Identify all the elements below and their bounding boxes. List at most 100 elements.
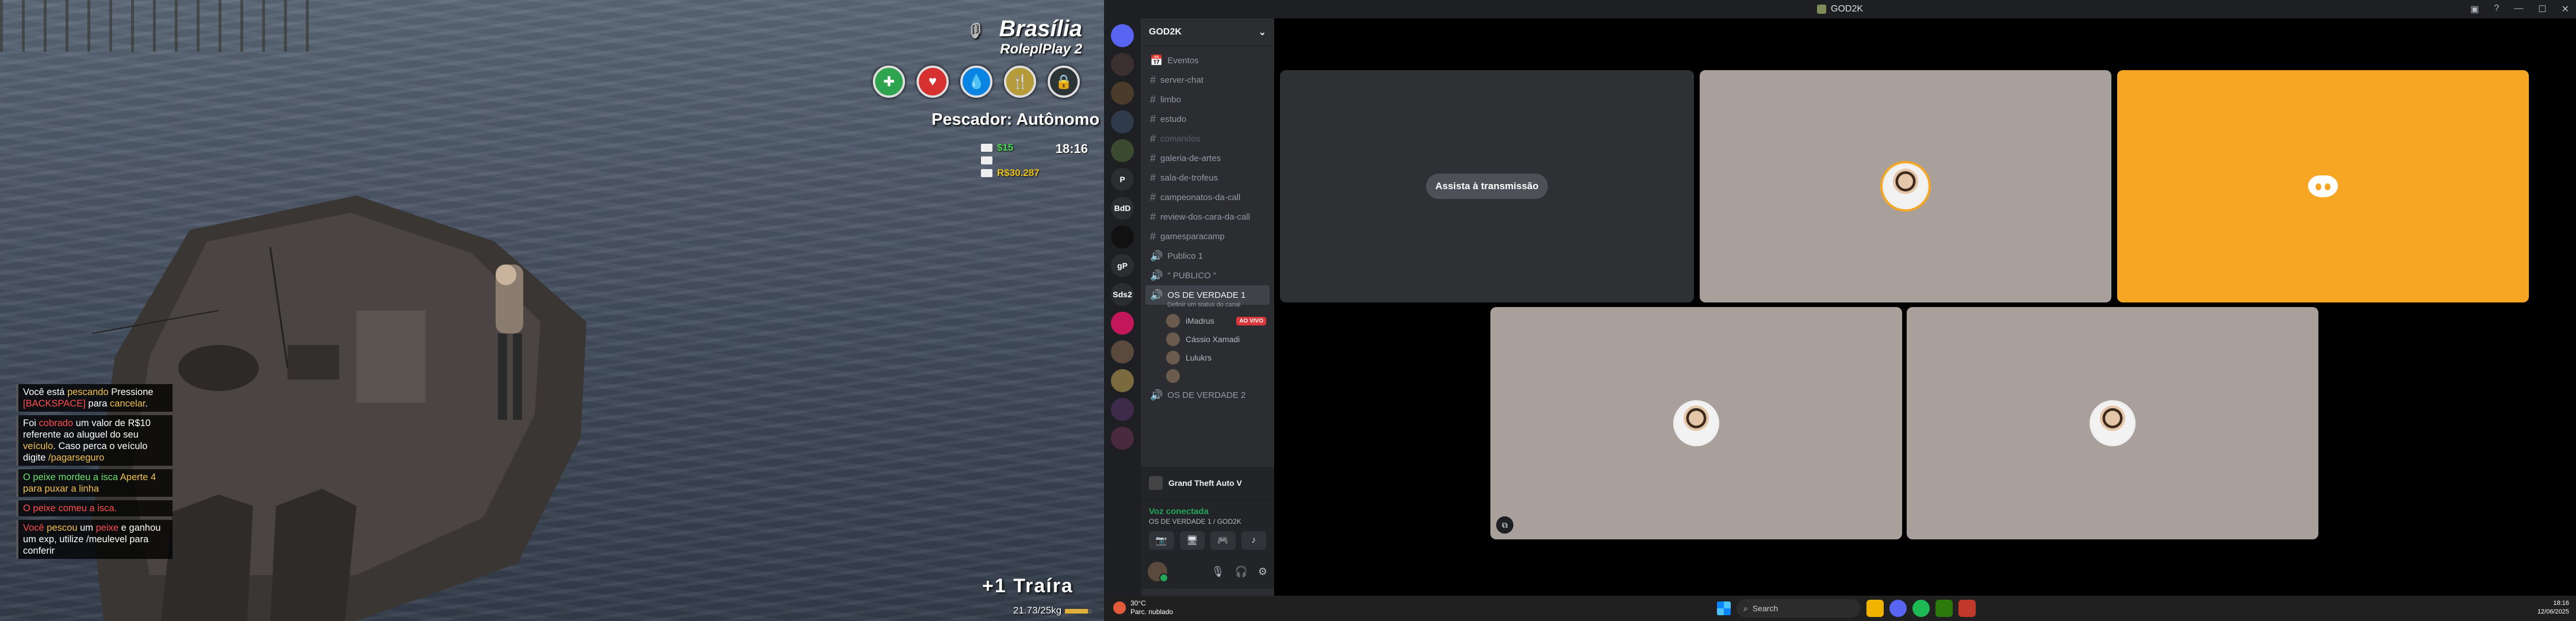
server-icon[interactable] [1111,312,1134,335]
participant-tile[interactable]: ⧉ [1490,307,1902,539]
game-chat: Você está pescando Pressione [BACKSPACE]… [16,384,172,562]
voice-channel[interactable]: 🔊 OS DE VERDADE 2 [1145,385,1270,405]
channel-label: review-dos-cara-da-call [1160,212,1250,222]
server-icon[interactable] [1111,369,1134,392]
text-channel[interactable]: # galeria-de-artes [1145,148,1270,168]
events-link[interactable]: 📅 Eventos [1145,51,1270,70]
headphones-icon[interactable]: 🎧 [1235,566,1247,578]
chat-text: Pressione [108,387,154,397]
close-button[interactable]: ✕ [2562,3,2569,15]
text-channel[interactable]: # comandos [1145,129,1270,148]
voice-user[interactable]: Lulukrs [1145,348,1270,367]
gear-icon[interactable]: ⚙ [1258,566,1267,578]
participant-tile[interactable] [1907,307,2318,539]
chat-message: O peixe comeu a isca. [16,500,172,516]
channel-label: OS DE VERDADE 2 [1167,390,1246,400]
health-icon: ♥ [917,66,949,98]
help-icon[interactable]: ? [2494,3,2499,15]
participant-tile[interactable] [1700,70,2111,302]
channel-label: Publico 1 [1167,251,1203,261]
activity-bar[interactable]: Grand Theft Auto V [1141,467,1274,499]
text-channel[interactable]: # server-chat [1145,70,1270,90]
voice-channel[interactable]: 🔊 Publico 1 [1145,246,1270,266]
weight-bar [1065,608,1092,614]
avatar [1166,332,1180,346]
spotify-icon[interactable] [1912,600,1930,617]
watch-stream-button[interactable]: Assista à transmissão [1426,174,1548,199]
discord-taskbar-icon[interactable] [1889,600,1907,617]
voice-channel-path[interactable]: OS DE VERDADE 1 / GOD2K [1149,518,1266,526]
armor-icon: 🔒 [1048,66,1080,98]
server-icon[interactable] [1111,24,1134,47]
weight-text: 21.73/25kg [1013,605,1062,616]
hash-icon: # [1150,191,1156,203]
chat-text: para [85,398,110,409]
text-channel[interactable]: # limbo [1145,90,1270,109]
system-clock[interactable]: 18:16 12/06/2025 [2537,599,2569,616]
soundboard-button[interactable]: ♪ [1241,531,1266,550]
server-icon[interactable] [1111,110,1134,133]
chat-message: O peixe mordeu a isca Aperte 4 para puxa… [16,469,172,497]
text-channel[interactable]: # gamesparacamp [1145,227,1270,246]
start-button[interactable] [1717,601,1731,615]
server-icon[interactable] [1111,139,1134,162]
activity-button[interactable]: 🎮 [1210,531,1236,550]
taskbar-search[interactable]: ⌕ Search [1736,599,1861,618]
popout-icon[interactable]: ⧉ [1496,516,1513,534]
participant-tile[interactable] [2117,70,2529,302]
voice-user-name: Lulukrs [1186,353,1212,362]
speaker-icon: 🔊 [1150,269,1163,281]
chat-text: pescando [67,387,109,397]
voice-user[interactable]: iMadrus AO VIVO [1145,312,1270,330]
weather-widget[interactable]: 30°C Parc. nublado [1113,599,1173,616]
inbox-icon[interactable]: ▣ [2470,3,2479,15]
server-icon[interactable]: BdD [1111,197,1134,220]
server-icon[interactable]: P [1111,168,1134,191]
server-icon[interactable] [1111,340,1134,363]
share-screen-button[interactable]: 🖥 [1179,531,1205,550]
title-bar: GOD2K ▣ ? — ☐ ✕ [1104,0,2576,18]
server-icon[interactable] [1111,398,1134,421]
voice-status-panel: Voz conectada OS DE VERDADE 1 / GOD2K 📷 … [1141,499,1274,554]
microphone-icon[interactable]: 🎙 [1212,566,1225,578]
server-icon[interactable] [1111,427,1134,450]
text-channel[interactable]: # review-dos-cara-da-call [1145,207,1270,227]
file-explorer-icon[interactable] [1866,600,1884,617]
hash-icon: # [1150,152,1156,164]
server-header[interactable]: GOD2K ⌄ [1141,18,1274,46]
avatar [1166,369,1180,383]
chat-text: cancelar [110,398,145,409]
voice-user-name: iMadrus [1186,316,1214,325]
participant-avatar [1673,400,1719,446]
stamina-icon: ✚ [873,66,905,98]
server-icon[interactable]: Sds2 [1111,283,1134,306]
server-icon[interactable]: gP [1111,254,1134,277]
hash-icon: # [1150,230,1156,242]
server-icon[interactable] [1111,225,1134,248]
maximize-button[interactable]: ☐ [2538,3,2546,15]
participant-avatar [1883,163,1929,209]
food-icon: 🍴 [1004,66,1036,98]
avatar[interactable] [1148,562,1168,582]
server-icon[interactable] [1111,82,1134,105]
stream-tile[interactable]: Assista à transmissão [1280,70,1694,302]
chat-text: . [145,398,148,409]
text-channel[interactable]: # estudo [1145,109,1270,129]
server-icon[interactable] [1111,53,1134,76]
channel-label: " PUBLICO " [1167,270,1217,281]
chat-message: Você pescou um peixe e ganhou um exp, ut… [16,520,172,559]
gta-icon[interactable] [1958,600,1976,617]
money-panel: $15 R$30.287 18:16 [981,141,1088,182]
voice-channel[interactable]: 🔊 " PUBLICO " [1145,266,1270,285]
text-channel[interactable]: # campeonatos-da-call [1145,187,1270,207]
weight-bar-fill [1065,608,1088,614]
channel-label: OS DE VERDADE 1 [1167,290,1246,300]
camera-button[interactable]: 📷 [1149,531,1174,550]
chat-text: Você [23,523,47,533]
text-channel[interactable]: # sala-de-trofeus [1145,168,1270,187]
voice-user[interactable] [1145,367,1270,385]
xbox-icon[interactable] [1935,600,1953,617]
voice-user[interactable]: Cássio Xamadi [1145,330,1270,348]
minimize-button[interactable]: — [2514,3,2523,15]
channel-status[interactable]: Definir um status do canal [1167,301,1270,308]
